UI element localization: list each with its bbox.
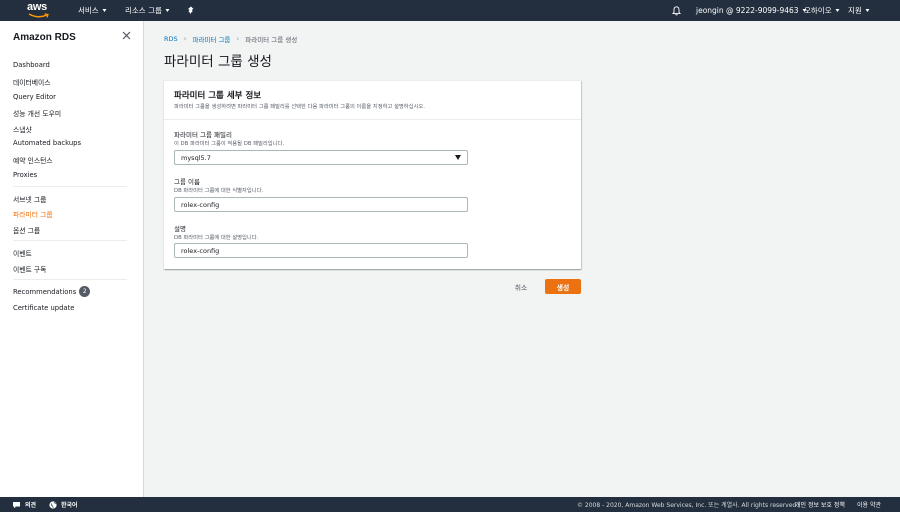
sidebar-divider [13,279,127,280]
pin-icon [188,6,194,15]
sidebar-divider [13,186,127,187]
support-menu[interactable]: 지원 ▾ [848,0,869,21]
caret-down-icon: ▾ [102,7,107,14]
recommendations-badge: 2 [79,286,91,297]
sidebar: Amazon RDS Dashboard 데이터베이스 Query Editor… [0,21,144,497]
sidebar-item-snapshots[interactable]: 스냅샷 [13,124,32,134]
aws-smile-icon [28,13,49,18]
sidebar-item-performance-insights[interactable]: 성능 개선 도우미 [13,108,61,118]
family-label: 파라미터 그룹 패밀리 [174,131,232,139]
terms-link[interactable]: 이용 약관 [857,497,881,512]
family-description: 이 DB 파라미터 그룹이 적용될 DB 패밀리입니다. [174,141,285,147]
caret-down-icon [455,155,461,160]
recommendations-label: Recommendations [13,287,77,296]
privacy-policy-link[interactable]: 개인 정보 보호 정책 [795,497,845,512]
sidebar-item-event-subscriptions[interactable]: 이벤트 구독 [13,264,46,274]
sidebar-item-proxies[interactable]: Proxies [13,171,37,179]
sidebar-item-parameter-groups[interactable]: 파라미터 그룹 [13,209,53,219]
panel-header: 파라미터 그룹 세부 정보 파라미터 그룹을 생성하려면 파라미터 그룹 패밀리… [164,81,581,120]
services-label: 서비스 [78,6,99,15]
bell-icon [672,5,681,15]
description-label: 설명 [174,225,186,233]
description-input[interactable]: rolex-config [174,243,468,258]
account-label: jeongin @ 9222-9099-9463 [696,6,799,15]
caret-down-icon: ▾ [165,7,170,14]
sidebar-item-query-editor[interactable]: Query Editor [13,93,56,101]
group-name-description: DB 파라미터 그룹에 대한 식별자입니다. [174,188,264,194]
panel-title: 파라미터 그룹 세부 정보 [174,91,262,101]
sidebar-item-recommendations[interactable]: Recommendations 2 [13,286,91,297]
group-name-label: 그룹 이름 [174,178,200,186]
create-button[interactable]: 생성 [545,279,581,294]
copyright-text: © 2008 - 2020, Amazon Web Services, Inc.… [577,502,799,509]
pin-button[interactable] [187,0,195,21]
feedback-button[interactable]: 의견 [12,497,36,512]
sidebar-item-dashboard[interactable]: Dashboard [13,61,50,69]
parameter-group-details-panel: 파라미터 그룹 세부 정보 파라미터 그룹을 생성하려면 파라미터 그룹 패밀리… [164,80,581,269]
resource-groups-menu[interactable]: 리소스 그룹 ▾ [125,0,169,21]
region-label: 오하이오 [804,6,832,15]
footer: 의견 한국어 © 2008 - 2020, Amazon Web Service… [0,497,900,512]
resource-groups-label: 리소스 그룹 [125,6,162,15]
support-label: 지원 [848,6,862,15]
page-title: 파라미터 그룹 생성 [164,54,272,70]
sidebar-item-reserved-instances[interactable]: 예약 인스턴스 [13,155,53,165]
chevron-right-icon: › [183,35,187,43]
sidebar-item-subnet-groups[interactable]: 서브넷 그룹 [13,194,46,204]
sidebar-title: Amazon RDS [13,32,76,43]
sidebar-item-automated-backups[interactable]: Automated backups [13,139,81,147]
breadcrumb-parameter-groups[interactable]: 파라미터 그룹 [192,34,230,44]
globe-icon [49,500,57,509]
account-menu[interactable]: jeongin @ 9222-9099-9463 ▾ [696,0,806,21]
region-menu[interactable]: 오하이오 ▾ [804,0,839,21]
family-select[interactable]: mysql5.7 [174,150,468,165]
chevron-right-icon: › [236,35,240,43]
services-menu[interactable]: 서비스 ▾ [78,0,106,21]
feedback-label: 의견 [25,502,37,509]
sidebar-divider [13,240,127,241]
notifications-button[interactable] [672,0,681,21]
close-icon[interactable] [122,30,131,43]
caret-down-icon: ▾ [835,7,840,14]
group-name-input[interactable]: rolex-config [174,197,468,212]
sidebar-item-events[interactable]: 이벤트 [13,248,32,258]
family-select-value: mysql5.7 [181,153,211,162]
sidebar-item-databases[interactable]: 데이터베이스 [13,77,51,87]
sidebar-item-option-groups[interactable]: 옵션 그룹 [13,225,40,235]
description-description: DB 파라미터 그룹에 대한 설명입니다. [174,235,259,241]
breadcrumb: RDS › 파라미터 그룹 › 파라미터 그룹 생성 [164,34,297,44]
aws-logo-text: aws [27,1,47,13]
sidebar-item-certificate-update[interactable]: Certificate update [13,304,74,312]
language-label: 한국어 [61,502,78,509]
caret-down-icon: ▾ [865,7,870,14]
panel-description: 파라미터 그룹을 생성하려면 파라미터 그룹 패밀리를 선택한 다음 파라미터 … [174,104,425,110]
top-nav: aws 서비스 ▾ 리소스 그룹 ▾ jeongin @ 9222-9099-9… [0,0,900,21]
speech-bubble-icon [13,501,20,508]
breadcrumb-rds[interactable]: RDS [164,35,178,43]
language-selector[interactable]: 한국어 [49,497,78,512]
aws-logo[interactable]: aws [27,2,53,19]
cancel-button[interactable]: 취소 [508,280,534,293]
breadcrumb-current: 파라미터 그룹 생성 [245,36,298,44]
